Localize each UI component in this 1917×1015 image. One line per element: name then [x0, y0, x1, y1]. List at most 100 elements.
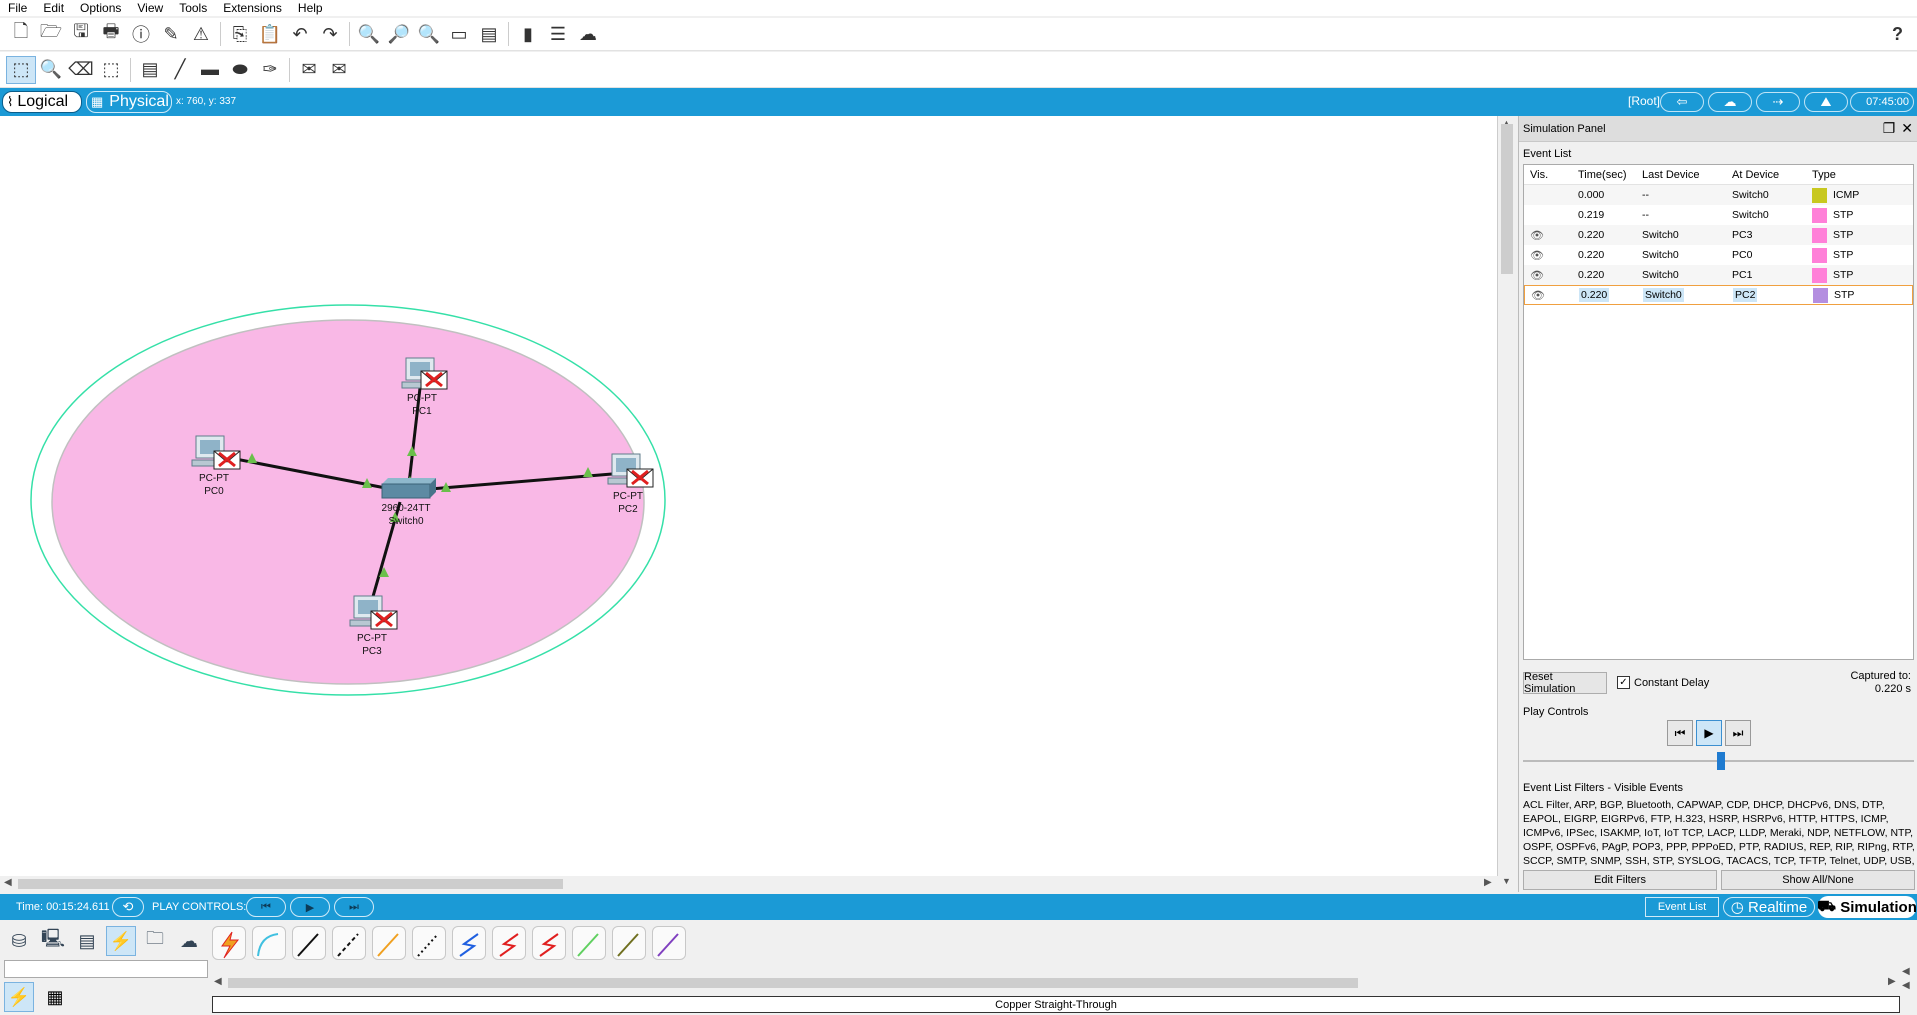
event-row[interactable]: 0.219 -- Switch0 STP — [1524, 205, 1913, 225]
complex-pdu-icon[interactable]: ✉ — [324, 56, 354, 84]
event-vis[interactable]: 👁 — [1524, 249, 1574, 262]
new-file-icon[interactable]: 🗋 — [6, 20, 36, 48]
connections-icon[interactable]: ⚡ — [106, 926, 136, 956]
phone-cable-icon[interactable] — [412, 926, 446, 960]
constant-delay-option[interactable]: ✓ Constant Delay — [1617, 676, 1709, 689]
redo-icon[interactable]: ↷ — [315, 20, 345, 48]
menu-extensions[interactable]: Extensions — [215, 0, 290, 16]
tab-physical[interactable]: ▦ Physical — [86, 91, 172, 113]
drawing-palette-icon[interactable]: ▭ — [444, 20, 474, 48]
scroll-down-icon[interactable]: ▼ — [1502, 876, 1511, 886]
undo-icon[interactable]: ↶ — [285, 20, 315, 48]
constant-delay-checkbox[interactable]: ✓ — [1617, 676, 1630, 689]
set-tiled-background-icon[interactable]: ⛰ — [1804, 92, 1848, 112]
event-row[interactable]: 👁 0.220 Switch0 PC3 STP — [1524, 225, 1913, 245]
automatic-connection-icon[interactable] — [212, 926, 246, 960]
console-cable-icon[interactable] — [252, 926, 286, 960]
paste-icon[interactable]: 📋 — [255, 20, 285, 48]
simple-pdu-icon[interactable]: ✉ — [294, 56, 324, 84]
zoom-in-icon[interactable]: 🔍 — [354, 20, 384, 48]
clock[interactable]: 07:45:00 — [1850, 92, 1914, 112]
pdu-envelope-icon[interactable] — [420, 370, 448, 390]
menu-tools[interactable]: Tools — [171, 0, 215, 16]
info-icon[interactable]: ⓘ — [126, 20, 156, 48]
miscellaneous-icon[interactable]: 🗀 — [140, 926, 170, 956]
components-icon[interactable]: ▤ — [72, 926, 102, 956]
select-icon[interactable]: ⬚ — [6, 55, 36, 84]
menu-edit[interactable]: Edit — [35, 0, 72, 16]
undock-icon[interactable]: ❐ — [1883, 120, 1896, 137]
menu-view[interactable]: View — [129, 0, 171, 16]
device-search-input[interactable] — [4, 960, 208, 978]
copper-cross-over-icon[interactable] — [332, 926, 366, 960]
cluster-icon[interactable]: ☰ — [543, 20, 573, 48]
freeform-icon[interactable]: ✑ — [255, 56, 285, 84]
col-last-device[interactable]: Last Device — [1638, 169, 1728, 181]
scroll-thumb[interactable] — [1501, 124, 1513, 274]
event-vis[interactable]: 👁 — [1524, 229, 1574, 242]
show-all-none-button[interactable]: Show All/None — [1721, 870, 1915, 890]
reset-time-icon[interactable]: ⟲ — [112, 897, 144, 917]
pdu-envelope-icon[interactable] — [213, 450, 241, 470]
col-time[interactable]: Time(sec) — [1574, 169, 1638, 181]
network-info-icon[interactable]: ⚠ — [186, 20, 216, 48]
palette-scroll-up-icon[interactable]: ◀ — [1902, 966, 1910, 977]
tab-logical[interactable]: ⌇ Logical — [2, 91, 82, 113]
connections-subcategory-icon[interactable]: ⚡ — [4, 982, 34, 1012]
custom-device-dialog-icon[interactable]: ▤ — [474, 20, 504, 48]
new-cluster-icon[interactable]: ☁ — [1708, 92, 1752, 112]
line-icon[interactable]: ╱ — [165, 56, 195, 84]
grid-view-icon[interactable]: ▦ — [40, 982, 70, 1012]
realtime-mode-button[interactable]: ◷ Realtime — [1723, 897, 1815, 917]
palette-horizontal-scrollbar[interactable]: ◀ ▶ — [212, 976, 1900, 990]
back-icon[interactable]: ⇦ — [1660, 92, 1704, 112]
octal-cable-icon[interactable] — [572, 926, 606, 960]
move-object-icon[interactable]: ⇢ — [1756, 92, 1800, 112]
event-row[interactable]: 👁 0.220 Switch0 PC0 STP — [1524, 245, 1913, 265]
fiber-cable-icon[interactable] — [372, 926, 406, 960]
pdu-envelope-icon[interactable] — [626, 468, 654, 488]
status-play-icon[interactable]: ▶ — [290, 897, 330, 917]
menu-options[interactable]: Options — [72, 0, 129, 16]
copper-straight-through-icon[interactable] — [292, 926, 326, 960]
scroll-thumb[interactable] — [228, 978, 1358, 988]
event-vis[interactable]: 👁 — [1524, 269, 1574, 282]
ellipse-icon[interactable]: ⬬ — [225, 56, 255, 84]
palette-scroll-down-icon[interactable]: ◀ — [1902, 980, 1910, 991]
coaxial-cable-icon[interactable] — [452, 926, 486, 960]
scroll-thumb[interactable] — [18, 879, 563, 889]
col-at-device[interactable]: At Device — [1728, 169, 1808, 181]
pdu-icon[interactable]: ▮ — [513, 20, 543, 48]
delete-icon[interactable]: ⌫ — [66, 56, 96, 84]
pdu-envelope-icon[interactable] — [370, 610, 398, 630]
switch0-icon[interactable] — [381, 478, 436, 499]
simulation-mode-button[interactable]: ⛟ Simulation — [1817, 896, 1917, 918]
logical-workspace[interactable]: PC-PT PC1 PC-PT PC0 PC-PT PC2 PC-PT PC3 … — [0, 116, 1498, 892]
help-icon[interactable]: ? — [1892, 24, 1903, 45]
zoom-reset-icon[interactable]: 🔎 — [384, 20, 414, 48]
scroll-right-icon[interactable]: ▶ — [1888, 976, 1896, 987]
rectangle-icon[interactable]: ▬ — [195, 56, 225, 84]
step-back-button[interactable]: ⏮ — [1667, 720, 1693, 746]
iot-custom-cable-icon[interactable] — [612, 926, 646, 960]
save-icon[interactable]: 🖫 — [66, 20, 96, 48]
print-icon[interactable]: 🖶 — [96, 20, 126, 48]
play-speed-slider-knob[interactable] — [1717, 752, 1725, 770]
cloud-icon[interactable]: ☁ — [573, 20, 603, 48]
scroll-right-icon[interactable]: ▶ — [1484, 877, 1492, 888]
step-forward-button[interactable]: ⏭ — [1725, 720, 1751, 746]
open-folder-icon[interactable]: 🗁 — [36, 20, 66, 48]
scroll-left-icon[interactable]: ◀ — [214, 976, 222, 987]
zoom-out-icon[interactable]: 🔍 — [414, 20, 444, 48]
play-button[interactable]: ▶ — [1696, 720, 1722, 746]
edit-filters-button[interactable]: Edit Filters — [1523, 870, 1717, 890]
close-icon[interactable]: ✕ — [1901, 120, 1913, 137]
activity-wizard-icon[interactable]: ✎ — [156, 20, 186, 48]
copy-icon[interactable]: ⎘ — [225, 20, 255, 48]
resize-icon[interactable]: ⬚ — [96, 56, 126, 84]
event-row-selected[interactable]: 👁 0.220 Switch0 PC2 STP — [1524, 285, 1913, 305]
serial-dce-cable-icon[interactable] — [492, 926, 526, 960]
serial-dte-cable-icon[interactable] — [532, 926, 566, 960]
col-vis[interactable]: Vis. — [1524, 169, 1574, 181]
status-step-back-icon[interactable]: ⏮ — [246, 897, 286, 917]
